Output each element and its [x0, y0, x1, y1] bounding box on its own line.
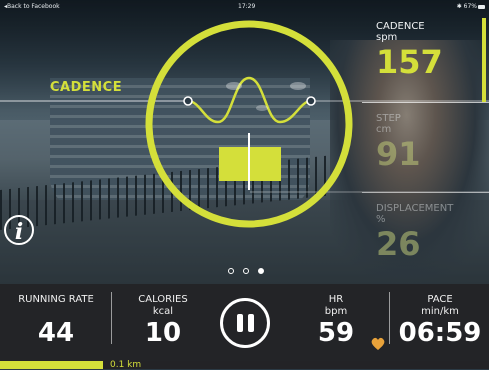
info-icon[interactable]: i	[4, 215, 34, 245]
stat-value: 44	[37, 318, 75, 348]
page-indicator	[228, 268, 264, 274]
page-dot-active[interactable]	[258, 268, 264, 274]
metric-unit: spm	[376, 32, 398, 43]
gauge-ring	[145, 20, 353, 228]
metric-name: DISPLACEMENT	[376, 203, 454, 214]
stat-unit	[4, 306, 108, 318]
heart-icon	[371, 337, 385, 350]
pause-button[interactable]	[220, 298, 270, 348]
page-dot[interactable]	[243, 268, 249, 274]
footprint-mark-left	[226, 82, 242, 90]
metric-step[interactable]: STEP cm 91	[376, 113, 421, 171]
stat-label: RUNNING RATE	[18, 294, 94, 305]
cadence-accent-bar	[482, 18, 486, 102]
stat-hr: HR bpm 59	[300, 294, 372, 348]
stat-calories: CALORIES kcal 10	[118, 294, 208, 348]
waveform-end-node	[306, 96, 316, 106]
metric-value: 91	[376, 135, 421, 173]
stat-unit: bpm	[324, 306, 348, 317]
stat-label: CALORIES	[138, 294, 188, 305]
stat-label: PACE	[427, 294, 453, 305]
stat-value: 06:59	[398, 318, 482, 348]
pause-icon	[237, 314, 243, 332]
metric-divider	[362, 192, 489, 193]
metric-cadence[interactable]: CADENCE spm 157	[376, 21, 443, 79]
metric-unit: cm	[376, 124, 392, 135]
cadence-wave-label: CADENCE	[50, 80, 123, 95]
pause-icon	[248, 314, 254, 332]
distance-progress-fill	[0, 361, 103, 369]
waveform-start-node	[183, 96, 193, 106]
stat-divider	[111, 292, 112, 344]
stat-pace: PACE min/km 06:59	[392, 294, 488, 348]
metric-name: STEP	[376, 113, 401, 124]
metric-displacement[interactable]: DISPLACEMENT % 26	[376, 203, 453, 261]
footprint-mark-center	[256, 105, 268, 111]
metric-name: CADENCE	[376, 21, 425, 32]
metric-value: 26	[376, 225, 421, 263]
stat-unit: min/km	[421, 306, 459, 317]
stat-value: 59	[317, 318, 355, 348]
metric-unit: %	[376, 214, 386, 225]
metric-value: 157	[376, 43, 443, 81]
metric-divider	[362, 102, 489, 103]
stats-bar: RUNNING RATE 44 CALORIES kcal 10 HR bpm …	[0, 284, 489, 369]
stat-unit: kcal	[152, 306, 174, 317]
stat-label: HR	[328, 294, 344, 305]
stat-running-rate: RUNNING RATE 44	[4, 294, 108, 348]
stat-divider	[389, 292, 390, 344]
stat-value: 10	[144, 318, 182, 348]
footprint-mark-right	[290, 82, 306, 90]
page-dot[interactable]	[228, 268, 234, 274]
